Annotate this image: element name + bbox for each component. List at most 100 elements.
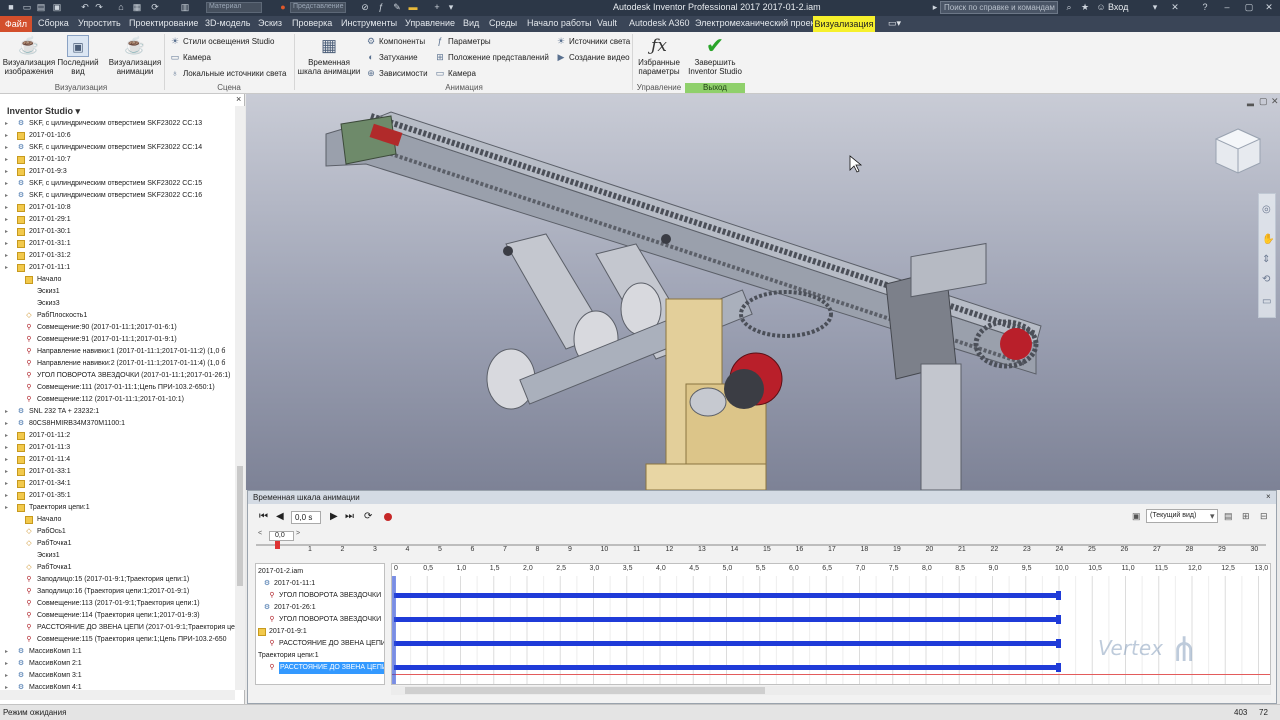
- update-icon[interactable]: ⟳: [150, 2, 160, 12]
- animation-action-bar[interactable]: [394, 665, 1059, 670]
- fade-button[interactable]: ◐ Затухание: [366, 52, 417, 63]
- tab-a360[interactable]: Autodesk A360: [629, 18, 690, 28]
- expand-toggle-icon[interactable]: ▸: [5, 118, 8, 130]
- animation-action-bar[interactable]: [394, 641, 1059, 646]
- expand-toggle-icon[interactable]: ▸: [5, 250, 8, 262]
- scroll-thumb[interactable]: [237, 466, 243, 586]
- minimize-icon[interactable]: –: [1222, 2, 1232, 12]
- playhead-marker[interactable]: [392, 576, 396, 684]
- a360-icon[interactable]: ▾: [1150, 2, 1160, 12]
- range-field[interactable]: 0,0: [269, 531, 294, 541]
- constraints-button[interactable]: ⊕ Зависимости: [366, 68, 427, 79]
- favorite-parameters-button[interactable]: ƒx Избранные параметры: [634, 35, 684, 76]
- play-forward-icon[interactable]: ▶: [330, 511, 338, 522]
- orbit-icon[interactable]: ⟲: [1262, 274, 1270, 285]
- timeline-close-icon[interactable]: ×: [1266, 492, 1271, 501]
- camera-anim-button[interactable]: ▭ Камера: [435, 68, 476, 79]
- animation-action-bar[interactable]: [394, 617, 1059, 622]
- add-icon[interactable]: +: [432, 2, 442, 12]
- expand-toggle-icon[interactable]: ▸: [5, 406, 8, 418]
- light-sources-button[interactable]: ☀ Источники света: [556, 36, 630, 47]
- tab-file[interactable]: Файл: [0, 16, 32, 32]
- user-icon[interactable]: ☺: [1096, 2, 1106, 12]
- material-dropdown[interactable]: Материал: [206, 2, 262, 13]
- undo-icon[interactable]: ↶: [80, 2, 90, 12]
- expand-toggle-icon[interactable]: ▸: [5, 418, 8, 430]
- repeat-icon[interactable]: ⟳: [364, 511, 372, 522]
- expand-toggle-icon[interactable]: ▸: [5, 226, 8, 238]
- positional-reps-button[interactable]: ⊞ Положение представлений: [435, 52, 549, 63]
- redo-icon[interactable]: ↷: [94, 2, 104, 12]
- steering-wheel-icon[interactable]: ◎: [1262, 204, 1271, 215]
- expand-toggle-icon[interactable]: ▸: [5, 478, 8, 490]
- expand-toggle-icon[interactable]: ▸: [5, 442, 8, 454]
- expand-toggle-icon[interactable]: ▸: [5, 658, 8, 670]
- animation-timeline-button[interactable]: ▦ Временная шкала анимации: [296, 35, 362, 76]
- pan-icon[interactable]: ✋: [1262, 234, 1274, 245]
- params-icon[interactable]: ƒ: [376, 2, 386, 12]
- tab-3d-model[interactable]: 3D-модель: [205, 18, 250, 28]
- finish-studio-button[interactable]: ✔ Завершить Inventor Studio: [686, 35, 744, 77]
- browser-scrollbar[interactable]: [235, 106, 245, 690]
- record-icon[interactable]: [384, 513, 392, 521]
- browser-hscrollbar[interactable]: [0, 690, 235, 700]
- expand-toggle-icon[interactable]: ▸: [5, 130, 8, 142]
- components-button[interactable]: ⚙ Компоненты: [366, 36, 425, 47]
- go-to-end-icon[interactable]: ⏭: [345, 511, 354, 522]
- tab-simplify[interactable]: Упростить: [78, 18, 121, 28]
- expand-editor-icon[interactable]: ⊞: [1242, 511, 1250, 522]
- adjust-icon[interactable]: ✎: [392, 2, 402, 12]
- tab-overflow-icon[interactable]: ▭▾: [888, 18, 901, 29]
- expand-toggle-icon[interactable]: ▸: [5, 430, 8, 442]
- appearance-dropdown[interactable]: Представление: [290, 2, 346, 13]
- viewcube[interactable]: [1212, 125, 1264, 177]
- clear-icon[interactable]: ⊘: [360, 2, 370, 12]
- action-end-handle[interactable]: [1056, 639, 1061, 648]
- tab-tools[interactable]: Инструменты: [341, 18, 397, 28]
- camera-select[interactable]: (Текущий вид): [1146, 509, 1218, 523]
- camera-select-arrow-icon[interactable]: ▾: [1210, 511, 1215, 522]
- graphics-viewport[interactable]: [246, 94, 1280, 490]
- tab-get-started[interactable]: Начало работы: [527, 18, 591, 28]
- camera-button[interactable]: ▭ Камера: [170, 52, 211, 63]
- camera-small-icon[interactable]: ▣: [1132, 511, 1141, 522]
- expand-toggle-icon[interactable]: ▸: [5, 214, 8, 226]
- local-lights-button[interactable]: ♁ Локальные источники света: [170, 68, 287, 79]
- expand-toggle-icon[interactable]: ▸: [5, 490, 8, 502]
- range-ruler[interactable]: < 0,0 > 1 2 3 4 5 6 7 8 9 10 11 12 13 14 15 16 17 18 19 20 2…: [256, 529, 1276, 559]
- expand-toggle-icon[interactable]: ▸: [5, 502, 8, 514]
- timeline-track-area[interactable]: 0 0,5 1,0 1,5 2,0 2,5 3,0 3,5 4,0 4,5 5,0 5,5 6,0 6,5…: [391, 563, 1271, 685]
- exchange-icon[interactable]: ✕: [1170, 2, 1180, 12]
- lighting-styles-button[interactable]: ☀ Стили освещения Studio: [170, 36, 274, 47]
- tab-assembly[interactable]: Сборка: [38, 18, 69, 28]
- expand-toggle-icon[interactable]: ▸: [5, 454, 8, 466]
- action-end-handle[interactable]: [1056, 591, 1061, 600]
- look-at-icon[interactable]: ▭: [1262, 296, 1271, 307]
- expand-toggle-icon[interactable]: ▸: [5, 238, 8, 250]
- tab-electromechanical[interactable]: Электромеханический проект: [695, 18, 819, 28]
- close-icon[interactable]: ✕: [1264, 2, 1274, 12]
- tab-vault[interactable]: Vault: [597, 18, 617, 28]
- expand-toggle-icon[interactable]: ▸: [5, 202, 8, 214]
- tab-environments[interactable]: Среды: [489, 18, 517, 28]
- render-image-button[interactable]: ☕ Визуализация изображения: [2, 35, 56, 76]
- expand-toggle-icon[interactable]: ▸: [5, 682, 8, 690]
- timeline-hscrollbar[interactable]: [391, 686, 1271, 695]
- open-icon[interactable]: ▤: [36, 2, 46, 12]
- expand-toggle-icon[interactable]: ▸: [5, 646, 8, 658]
- search-arrow-icon[interactable]: ▸: [930, 2, 940, 12]
- tab-inspect[interactable]: Проверка: [292, 18, 332, 28]
- current-time-field[interactable]: 0,0 s: [291, 511, 321, 524]
- viewport-max-icon[interactable]: ▢: [1259, 96, 1268, 107]
- settings-icon[interactable]: ⊟: [1260, 511, 1268, 522]
- action-end-handle[interactable]: [1056, 615, 1061, 624]
- line-color-icon[interactable]: ▬: [408, 2, 418, 12]
- browser-close-icon[interactable]: ×: [236, 94, 241, 104]
- help-search-input[interactable]: Поиск по справке и командам: [940, 1, 1058, 14]
- play-reverse-icon[interactable]: ◀: [276, 511, 284, 522]
- home-icon[interactable]: ⌂: [116, 2, 126, 12]
- customize-icon[interactable]: ▾: [446, 2, 456, 12]
- expand-toggle-icon[interactable]: ▸: [5, 190, 8, 202]
- last-view-button[interactable]: ▣ Последний вид: [56, 35, 100, 76]
- tab-view[interactable]: Вид: [463, 18, 479, 28]
